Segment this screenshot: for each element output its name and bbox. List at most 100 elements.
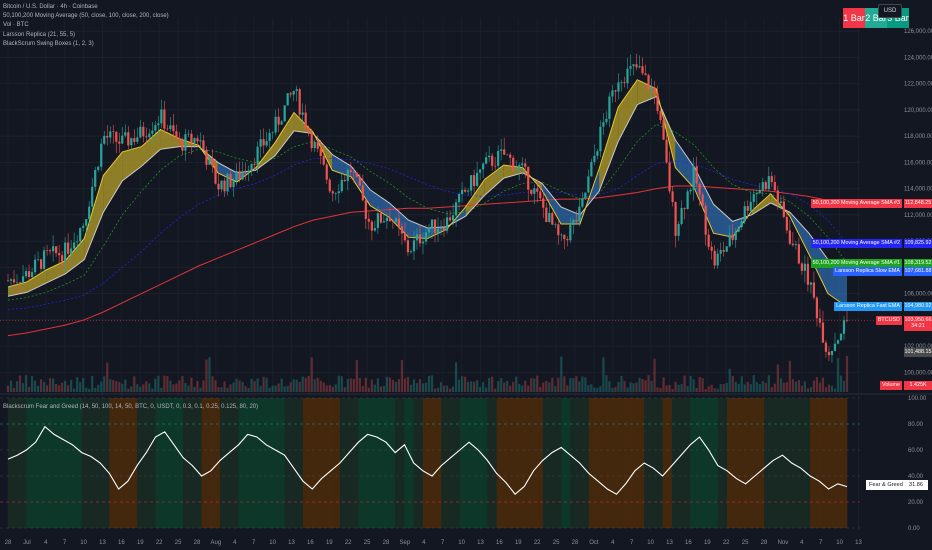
candle-body: [704, 205, 707, 235]
legend-ma[interactable]: 50,100,200 Moving Average (50, close, 10…: [3, 12, 169, 21]
candle-body: [707, 234, 710, 247]
candle-body: [124, 132, 127, 136]
volume-bar: [184, 382, 187, 392]
symbol-title[interactable]: Bitcoin / U.S. Dollar · 4h · Coinbase: [3, 3, 169, 12]
candle-body: [36, 259, 40, 260]
time-tick-label: 10: [80, 540, 87, 546]
volume-bar: [557, 377, 560, 392]
series-line: [7, 79, 848, 308]
volume-bar: [361, 386, 364, 392]
volume-bar: [283, 386, 286, 392]
volume-bar: [812, 380, 816, 392]
oscillator-zone: [791, 398, 802, 528]
volume-bar: [755, 382, 758, 392]
oscillator-zone: [533, 398, 544, 528]
volume-bar: [85, 387, 88, 392]
volume-bar: [337, 375, 340, 392]
oscillator-zone: [173, 398, 184, 528]
volume-bar: [722, 384, 725, 392]
volume-bar: [55, 383, 58, 392]
volume-bar: [466, 381, 470, 392]
chart-canvas[interactable]: 126,000.00 124,000.00 122,000.00 120,000.00…: [0, 0, 932, 550]
volume-bar: [15, 381, 19, 392]
volume-bar: [415, 383, 419, 392]
volume-bar: [470, 381, 473, 392]
oscillator-title[interactable]: Blackscrum Fear and Greed (14, 50, 100, …: [3, 404, 258, 410]
volume-bar: [761, 381, 764, 392]
candle-body: [740, 221, 743, 228]
time-tick-label: 25: [553, 540, 560, 546]
time-tick-label: 25: [364, 540, 371, 546]
volume-bar: [298, 381, 301, 392]
volume-bar: [476, 380, 479, 392]
oscillator-zone: [634, 398, 645, 528]
candle-body: [121, 135, 124, 144]
price-tick-label: 114,000.00: [904, 187, 932, 193]
time-tick-label: 28: [761, 540, 768, 546]
candle-body: [755, 193, 758, 195]
candle-body: [439, 227, 443, 229]
candle-body: [602, 122, 605, 127]
volume-bar: [45, 385, 49, 392]
volume-bar: [109, 379, 112, 392]
currency-button[interactable]: USD: [878, 4, 902, 18]
candle-body: [626, 68, 629, 84]
oscillator-zone: [35, 398, 46, 528]
volume-bar: [12, 387, 16, 392]
candle-body: [491, 155, 494, 166]
volume-bar: [451, 386, 455, 392]
candle-body: [725, 246, 728, 252]
candle-body: [127, 132, 130, 146]
candle-body: [277, 116, 280, 125]
candle-body: [524, 163, 527, 167]
oscillator-zone: [671, 398, 682, 528]
time-tick-label: 28: [383, 540, 390, 546]
candle-body: [412, 240, 416, 252]
candle-body: [548, 212, 551, 223]
time-tick-label: 16: [307, 540, 314, 546]
candle-body: [494, 165, 497, 167]
candle-body: [319, 148, 322, 156]
oscillator-zone: [321, 398, 331, 528]
candle-body: [448, 217, 452, 221]
oscillator-zone: [312, 398, 322, 528]
volume-bar: [331, 386, 334, 392]
series-line: [7, 96, 848, 297]
candle-body: [758, 190, 761, 194]
volume-bar: [566, 385, 569, 392]
candle-body: [581, 198, 584, 207]
candle-body: [527, 166, 530, 190]
legend-swing-boxes[interactable]: BlackScrum Swing Boxes (1, 2, 3): [3, 40, 169, 49]
candle-body: [403, 233, 407, 241]
time-tick-label: Aug: [211, 540, 222, 546]
candle-body: [154, 125, 157, 131]
oscillator-zone: [155, 398, 166, 528]
volume-bar: [33, 380, 37, 392]
oscillator-zone: [588, 398, 599, 528]
candle-body: [181, 139, 184, 151]
candle-body: [400, 226, 404, 234]
oscillator-zone: [17, 398, 27, 528]
legend-larsson[interactable]: Larsson Replica (21, 55, 5): [3, 31, 169, 40]
volume-bar: [463, 376, 467, 392]
legend-vol[interactable]: Vol · BTC: [3, 21, 169, 30]
volume-bar: [776, 364, 779, 392]
volume-bar: [445, 385, 449, 392]
volume-bar: [674, 381, 677, 392]
volume-bar: [635, 382, 638, 392]
candle-body: [27, 271, 31, 278]
volume-bar: [482, 382, 485, 392]
one-bar-button[interactable]: 1 Bar: [843, 8, 865, 28]
volume-bar: [73, 388, 76, 392]
volume-bar: [791, 379, 794, 392]
oscillator-zone: [210, 398, 221, 528]
candle-body: [427, 228, 431, 233]
candle-body: [821, 322, 825, 343]
candle-body: [506, 154, 509, 156]
volume-bar: [584, 377, 587, 392]
price-tag-value: 104,980.92: [904, 302, 932, 312]
time-tick-label: Jul: [23, 540, 31, 546]
volume-bar: [250, 378, 253, 392]
volume-bar: [689, 375, 692, 392]
candle-body: [479, 169, 482, 173]
